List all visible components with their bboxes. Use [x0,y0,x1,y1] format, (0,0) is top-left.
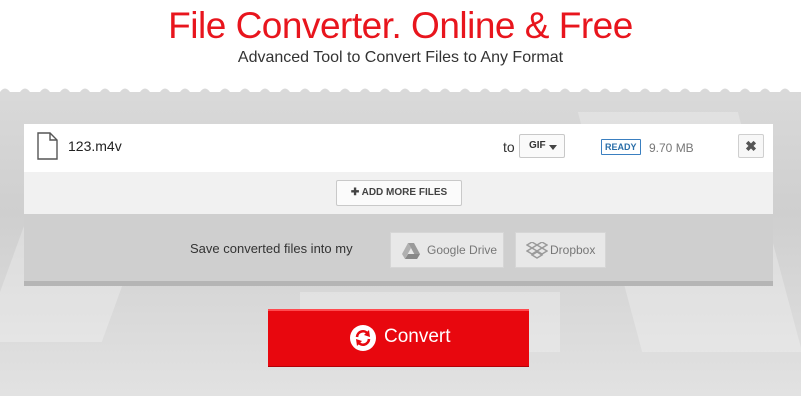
chevron-down-icon [549,145,557,150]
dropbox-icon [526,242,548,259]
add-more-files-label: ADD MORE FILES [361,187,448,198]
convert-button[interactable]: Convert [268,309,529,366]
page-subtitle: Advanced Tool to Convert Files to Any Fo… [237,49,564,66]
google-drive-icon [402,243,420,259]
file-icon [37,132,58,160]
refresh-icon [350,325,376,351]
format-select-value: GIF [529,140,546,151]
save-to-cloud-row: Save converted files into my Google Driv… [24,214,773,286]
page-title: File Converter. Online & Free [168,5,633,46]
plus-icon: ✚ [350,187,362,198]
remove-file-button[interactable]: ✖ [738,134,764,158]
conversion-panel: 123.m4v to GIF READY 9.70 MB ✖ ✚ ADD MOR… [24,124,773,286]
convert-label: Convert [384,326,451,347]
file-name: 123.m4v [68,138,122,154]
file-row: 123.m4v to GIF READY 9.70 MB ✖ [24,124,773,173]
add-files-row: ✚ ADD MORE FILES [24,172,773,214]
wave-divider [0,88,801,101]
status-badge: READY [601,139,641,155]
add-more-files-button[interactable]: ✚ ADD MORE FILES [336,180,462,206]
dropbox-button[interactable]: Dropbox [515,232,606,268]
close-icon: ✖ [745,138,757,154]
file-size: 9.70 MB [649,141,694,155]
google-drive-label: Google Drive [427,243,498,257]
google-drive-button[interactable]: Google Drive [390,232,504,268]
to-label: to [503,139,515,155]
dropbox-label: Dropbox [550,243,596,257]
header: File Converter. Online & Free Advanced T… [0,0,801,92]
save-label: Save converted files into my [190,241,353,256]
format-select[interactable]: GIF [519,134,565,158]
